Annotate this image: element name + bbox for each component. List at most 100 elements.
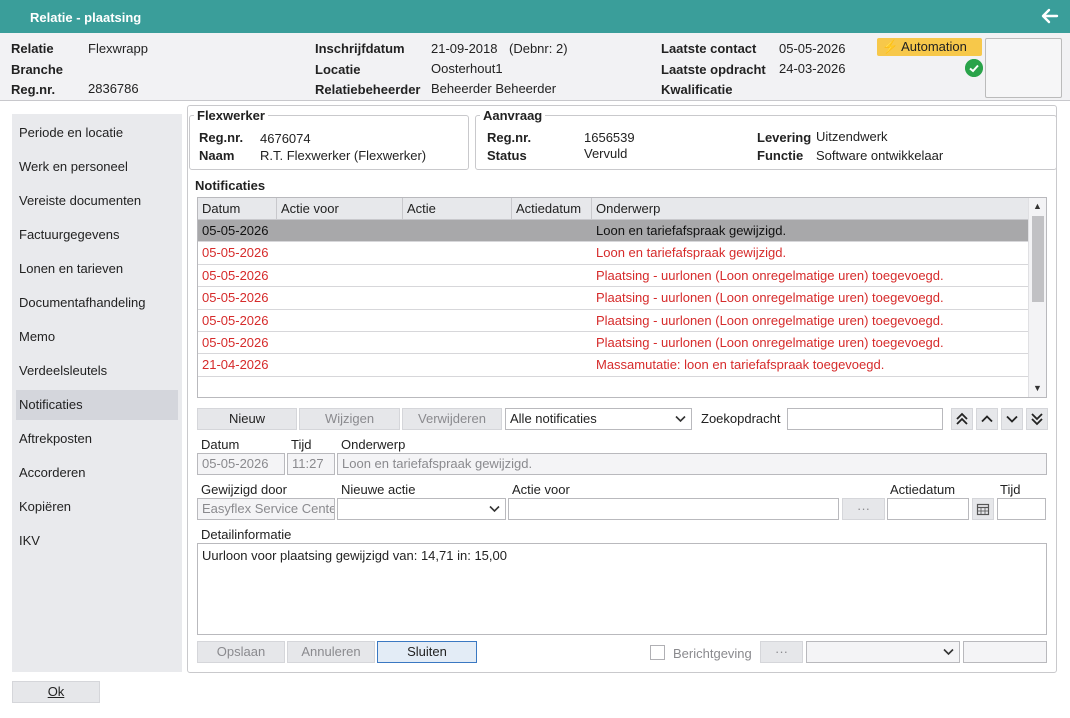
berichtgeving-lookup-button[interactable]: ··· bbox=[760, 641, 803, 663]
functie-value: Software ontwikkelaar bbox=[816, 148, 944, 163]
sidebar-item-lonen-en-tarieven[interactable]: Lonen en tarieven bbox=[16, 254, 178, 284]
back-arrow-icon[interactable] bbox=[1040, 6, 1060, 26]
tijd2-field[interactable] bbox=[997, 498, 1046, 520]
locatie-value: Oosterhout1 bbox=[431, 61, 503, 76]
table-row[interactable]: 05-05-2026 Plaatsing - uurlonen (Loon onr… bbox=[198, 310, 1028, 332]
actie-voor-field[interactable] bbox=[508, 498, 839, 520]
first-record-button[interactable] bbox=[951, 408, 973, 430]
column-header-actie-voor[interactable]: Actie voor bbox=[277, 198, 403, 220]
aanvraag-regnr-value: 1656539 bbox=[584, 130, 635, 145]
column-header-actiedatum[interactable]: Actiedatum bbox=[512, 198, 592, 220]
table-row[interactable]: 05-05-2026 Loon en tariefafspraak gewijzi… bbox=[198, 220, 1028, 243]
actiedatum-field[interactable] bbox=[887, 498, 969, 520]
sidebar-item-factuurgegevens[interactable]: Factuurgegevens bbox=[16, 220, 178, 250]
table-row[interactable]: 05-05-2026 Plaatsing - uurlonen (Loon onr… bbox=[198, 332, 1028, 355]
notificaties-table[interactable]: Datum Actie voor Actie Actiedatum Onderw… bbox=[197, 197, 1047, 398]
berichtgeving-select[interactable] bbox=[806, 641, 960, 663]
table-row[interactable]: 05-05-2026 Plaatsing - uurlonen (Loon onr… bbox=[198, 287, 1028, 310]
relatiebeheerder-label: Relatiebeheerder bbox=[315, 82, 421, 97]
sidebar-item-ikv[interactable]: IKV bbox=[16, 526, 178, 556]
berichtgeving-checkbox[interactable] bbox=[650, 645, 665, 660]
nieuwe-actie-select[interactable] bbox=[337, 498, 506, 520]
table-scrollbar[interactable]: ▲ ▼ bbox=[1028, 198, 1046, 397]
onderwerp-field[interactable]: Loon en tariefafspraak gewijzigd. bbox=[337, 453, 1047, 475]
last-record-button[interactable] bbox=[1026, 408, 1048, 430]
sidebar-item-notificaties[interactable]: Notificaties bbox=[16, 390, 178, 420]
sidebar-item-accorderen[interactable]: Accorderen bbox=[16, 458, 178, 488]
detailinformatie-label: Detailinformatie bbox=[201, 527, 292, 542]
wijzigen-button[interactable]: Wijzigen bbox=[299, 408, 400, 430]
automation-badge[interactable]: ⚡ Automation bbox=[877, 38, 982, 56]
ok-button[interactable]: Ok bbox=[12, 681, 100, 703]
actiedatum-label: Actiedatum bbox=[890, 482, 956, 497]
annuleren-button[interactable]: Annuleren bbox=[287, 641, 375, 663]
title-bar: Relatie - plaatsing bbox=[0, 0, 1070, 33]
debnr-value: (Debnr: 2) bbox=[509, 41, 568, 56]
wijzigen-button-label: Wijzigen bbox=[324, 411, 375, 426]
chevron-down-icon bbox=[489, 505, 500, 513]
sidebar-item-werk-en-personeel[interactable]: Werk en personeel bbox=[16, 152, 178, 182]
chevron-down-icon bbox=[943, 648, 954, 656]
opslaan-button[interactable]: Opslaan bbox=[197, 641, 285, 663]
scrollbar-thumb[interactable] bbox=[1032, 216, 1044, 302]
scroll-up-icon[interactable]: ▲ bbox=[1033, 201, 1042, 211]
tijd2-label: Tijd bbox=[1000, 482, 1021, 497]
flexwerker-naam-label: Naam bbox=[199, 148, 235, 163]
nieuw-button[interactable]: Nieuw bbox=[197, 408, 297, 430]
laatste-opdracht-value: 24-03-2026 bbox=[779, 61, 846, 76]
profile-photo[interactable] bbox=[985, 38, 1062, 98]
annuleren-button-label: Annuleren bbox=[301, 644, 361, 659]
sluiten-button[interactable]: Sluiten bbox=[377, 641, 477, 663]
regnr-value: 2836786 bbox=[88, 81, 139, 96]
column-header-onderwerp[interactable]: Onderwerp bbox=[592, 198, 1028, 220]
verwijderen-button[interactable]: Verwijderen bbox=[402, 408, 502, 430]
sidebar-item-vereiste-documenten[interactable]: Vereiste documenten bbox=[16, 186, 178, 216]
scroll-down-icon[interactable]: ▼ bbox=[1033, 383, 1042, 393]
notificaties-filter-select[interactable]: Alle notificaties bbox=[505, 408, 692, 430]
previous-record-button[interactable] bbox=[976, 408, 998, 430]
cell-datum: 05-05-2026 bbox=[202, 312, 269, 328]
calendar-icon bbox=[976, 503, 990, 516]
chevron-down-icon bbox=[675, 415, 686, 423]
aanvraag-legend: Aanvraag bbox=[483, 108, 543, 123]
table-row[interactable]: 21-04-2026 Massamutatie: loon en tariefaf… bbox=[198, 354, 1028, 377]
actie-voor-lookup-button[interactable]: ··· bbox=[842, 498, 885, 520]
sidebar-item-verdeelsleutels[interactable]: Verdeelsleutels bbox=[16, 356, 178, 386]
kwalificatie-label: Kwalificatie bbox=[661, 82, 733, 97]
cell-onderwerp: Loon en tariefafspraak gewijzigd. bbox=[596, 223, 787, 238]
sidebar-item-kopieren[interactable]: Kopiëren bbox=[16, 492, 178, 522]
chevron-up-icon bbox=[981, 415, 993, 423]
zoekopdracht-label: Zoekopdracht bbox=[701, 411, 781, 426]
laatste-opdracht-label: Laatste opdracht bbox=[661, 62, 766, 77]
sidebar-item-aftrekposten[interactable]: Aftrekposten bbox=[16, 424, 178, 454]
sidebar-item-documentafhandeling[interactable]: Documentafhandeling bbox=[16, 288, 178, 318]
table-row[interactable]: 05-05-2026 Loon en tariefafspraak gewijzi… bbox=[198, 242, 1028, 265]
functie-label: Functie bbox=[757, 148, 804, 163]
tijd-field[interactable]: 11:27 bbox=[287, 453, 335, 475]
tijd-label: Tijd bbox=[291, 437, 312, 452]
lightning-icon: ⚡ bbox=[882, 39, 899, 54]
ellipsis-icon: ··· bbox=[857, 501, 870, 516]
locatie-label: Locatie bbox=[315, 62, 361, 77]
gewijzigd-door-field[interactable]: Easyflex Service Center bbox=[197, 498, 335, 520]
zoekopdracht-input[interactable] bbox=[787, 408, 943, 430]
filter-value: Alle notificaties bbox=[510, 411, 597, 426]
column-header-actie[interactable]: Actie bbox=[403, 198, 512, 220]
next-record-button[interactable] bbox=[1001, 408, 1023, 430]
datum-field[interactable]: 05-05-2026 bbox=[197, 453, 285, 475]
cell-onderwerp: Massamutatie: loon en tariefafspraak toe… bbox=[596, 357, 885, 373]
cell-onderwerp: Plaatsing - uurlonen (Loon onregelmatige… bbox=[596, 335, 944, 350]
detailinformatie-textarea[interactable]: Uurloon voor plaatsing gewijzigd van: 14… bbox=[197, 543, 1047, 635]
calendar-button[interactable] bbox=[972, 498, 994, 520]
berichtgeving-field[interactable] bbox=[963, 641, 1047, 663]
table-header: Datum Actie voor Actie Actiedatum Onderw… bbox=[198, 198, 1028, 220]
cell-datum: 05-05-2026 bbox=[202, 267, 269, 283]
flexwerker-regnr-value: 4676074 bbox=[260, 131, 311, 146]
cell-onderwerp: Plaatsing - uurlonen (Loon onregelmatige… bbox=[596, 312, 944, 328]
branche-label: Branche bbox=[11, 62, 64, 77]
column-header-datum[interactable]: Datum bbox=[198, 198, 277, 220]
nieuw-button-label: Nieuw bbox=[228, 411, 266, 426]
sidebar-item-memo[interactable]: Memo bbox=[16, 322, 178, 352]
sidebar-item-periode-en-locatie[interactable]: Periode en locatie bbox=[16, 118, 178, 148]
table-row[interactable]: 05-05-2026 Plaatsing - uurlonen (Loon onr… bbox=[198, 265, 1028, 288]
